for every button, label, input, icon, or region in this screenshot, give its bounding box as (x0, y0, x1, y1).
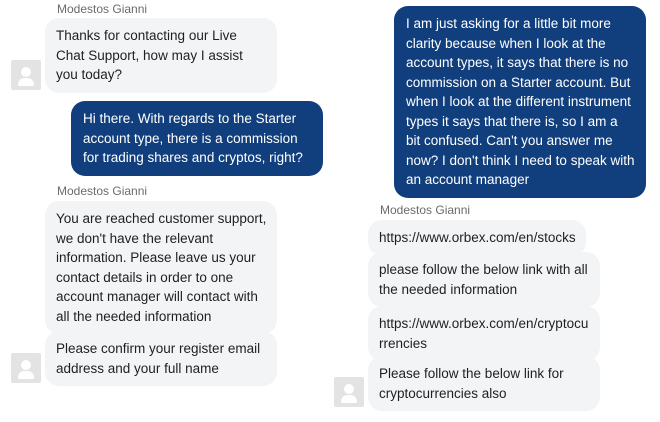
agent-message: You are reached customer support, we don… (45, 201, 277, 334)
user-message: I am just asking for a little bit more c… (394, 6, 646, 198)
user-message: Hi there. With regards to the Starter ac… (71, 101, 323, 176)
agent-message: Thanks for contacting our Live Chat Supp… (45, 18, 277, 93)
avatar (11, 60, 41, 90)
link-message[interactable]: https://www.orbex.com/en/cryptocurrencie… (368, 306, 600, 361)
sender-name: Modestos Gianni (57, 2, 148, 16)
agent-message: Please follow the below link for cryptoc… (368, 356, 600, 411)
agent-message: Please confirm your register email addre… (45, 331, 277, 386)
sender-name: Modestos Gianni (57, 184, 148, 198)
agent-message: please follow the below link with all th… (368, 252, 600, 307)
link-message[interactable]: https://www.orbex.com/en/stocks (368, 220, 586, 256)
avatar (11, 353, 41, 383)
avatar (334, 377, 364, 407)
sender-name: Modestos Gianni (380, 203, 471, 217)
